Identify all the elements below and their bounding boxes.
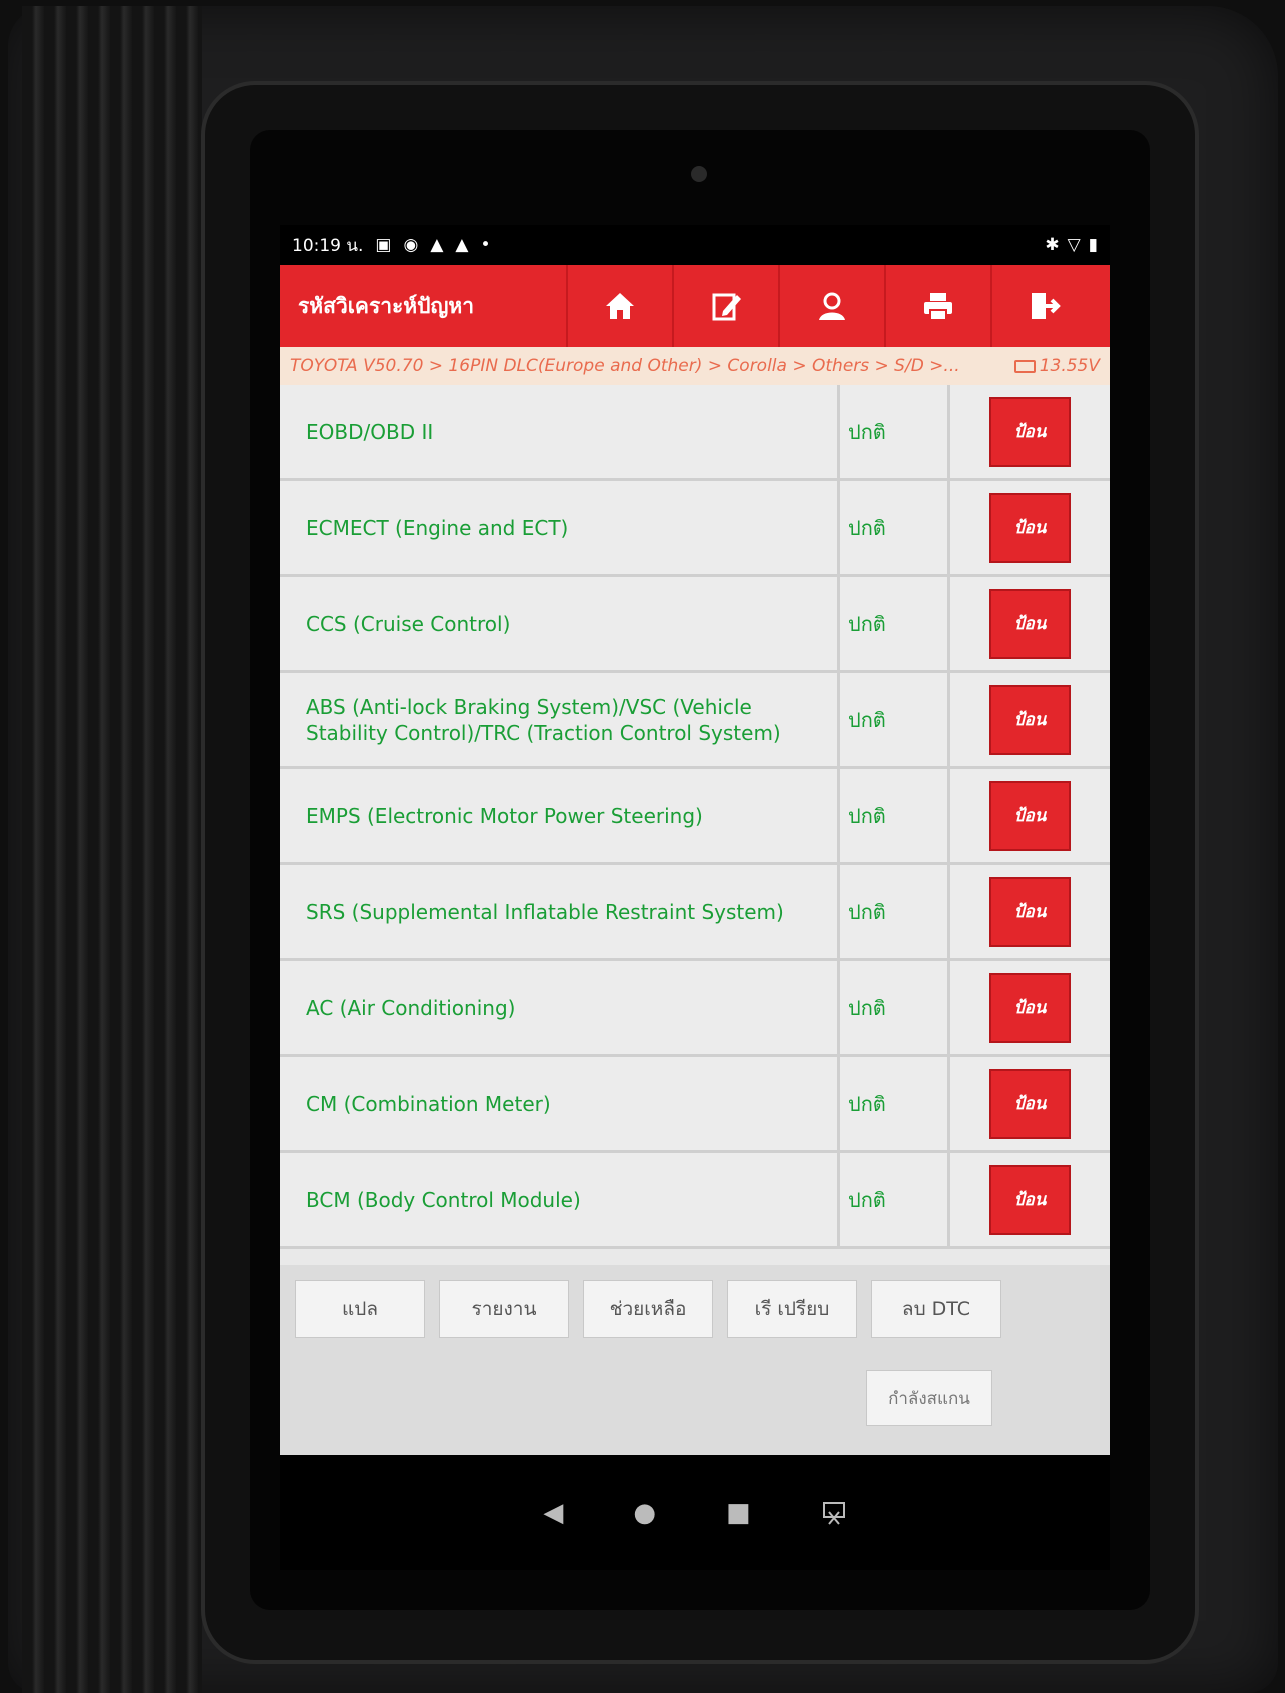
dot-icon: • [480,235,491,255]
user-icon [819,292,845,320]
report-button[interactable]: รายงาน [439,1280,569,1338]
ribbed-grip [22,6,202,1693]
page-title: รหัสวิเคราะห์ปัญหา [298,293,475,318]
scanning-button[interactable]: กำลังสแกน [866,1370,992,1426]
system-status: ปกติ [840,961,950,1054]
enter-button[interactable]: ป้อน [989,396,1071,467]
enter-button[interactable]: ป้อน [989,780,1071,851]
system-name: BCM (Body Control Module) [280,1153,840,1246]
user-button[interactable] [778,265,884,347]
system-list[interactable]: EOBD/OBD II ปกติ ป้อน ECMECT (Engine and… [280,385,1110,1295]
list-item[interactable]: ABS (Anti-lock Braking System)/VSC (Vehi… [280,673,1110,769]
voltage-readout: 13.55V [1013,356,1100,376]
system-name: ABS (Anti-lock Braking System)/VSC (Vehi… [280,673,840,766]
home-icon [606,293,634,319]
wifi-icon: ▽ [1067,235,1081,255]
exit-icon [1032,293,1061,319]
list-item[interactable]: BCM (Body Control Module) ปกติ ป้อน [280,1153,1110,1249]
system-status: ปกติ [840,577,950,670]
list-item[interactable]: CM (Combination Meter) ปกติ ป้อน [280,1057,1110,1153]
system-status: ปกติ [840,481,950,574]
recent-apps-icon[interactable]: ■ [726,1498,751,1528]
car-battery-icon [1013,359,1036,373]
list-item[interactable]: ECMECT (Engine and ECT) ปกติ ป้อน [280,481,1110,577]
system-name: SRS (Supplemental Inflatable Restraint S… [280,865,840,958]
bottom-toolbar: แปล รายงาน ช่วยเหลือ เรี เปรียบ ลบ DTC ก… [280,1265,1110,1455]
status-bar: 10:19 น. ▣ ◉ ▲ ▲ • ✱ ▽ ▮ [280,225,1110,265]
calendar-icon: ▣ [375,235,392,255]
edit-icon [712,293,741,321]
bluetooth-icon: ✱ [1045,235,1060,255]
enter-button[interactable]: ป้อน [989,972,1071,1043]
compare-button[interactable]: เรี เปรียบ [727,1280,857,1338]
system-status: ปกติ [840,1057,950,1150]
home-button[interactable] [566,265,672,347]
system-name: AC (Air Conditioning) [280,961,840,1054]
system-name: CCS (Cruise Control) [280,577,840,670]
title-bar: รหัสวิเคราะห์ปัญหา [280,265,1110,347]
voltage-value: 13.55V [1039,356,1100,376]
system-status: ปกติ [840,769,950,862]
enter-button[interactable]: ป้อน [989,684,1071,755]
system-name: CM (Combination Meter) [280,1057,840,1150]
enter-button[interactable]: ป้อน [989,492,1071,563]
system-name: EOBD/OBD II [280,385,840,478]
enter-button[interactable]: ป้อน [989,588,1071,659]
exit-button[interactable] [990,265,1096,347]
edit-button[interactable] [672,265,778,347]
enter-button[interactable]: ป้อน [989,1164,1071,1235]
android-nav-bar: ◀ ● ■ [280,1455,1110,1570]
print-button[interactable] [884,265,990,347]
system-status: ปกติ [840,1153,950,1246]
print-icon [924,293,952,321]
system-status: ปกติ [840,865,950,958]
status-time: 10:19 น. [292,235,364,256]
list-item[interactable]: EMPS (Electronic Motor Power Steering) ป… [280,769,1110,865]
enter-button[interactable]: ป้อน [989,876,1071,947]
home-nav-icon[interactable]: ● [633,1498,656,1528]
battery-icon: ▮ [1088,235,1098,255]
warning-icon: ▲ [430,235,444,255]
system-name: ECMECT (Engine and ECT) [280,481,840,574]
system-status: ปกติ [840,673,950,766]
system-name: EMPS (Electronic Motor Power Steering) [280,769,840,862]
warning-icon: ▲ [455,235,469,255]
list-item[interactable]: CCS (Cruise Control) ปกติ ป้อน [280,577,1110,673]
list-item[interactable]: SRS (Supplemental Inflatable Restraint S… [280,865,1110,961]
help-button[interactable]: ช่วยเหลือ [583,1280,713,1338]
clear-dtc-button[interactable]: ลบ DTC [871,1280,1001,1338]
screen: 10:19 น. ▣ ◉ ▲ ▲ • ✱ ▽ ▮ รหัสวิเคราะห์ปั… [280,225,1110,1570]
screenshot-icon[interactable] [821,1500,847,1526]
back-icon[interactable]: ◀ [543,1498,563,1528]
breadcrumb-path: TOYOTA V50.70 > 16PIN DLC(Europe and Oth… [290,356,960,376]
enter-button[interactable]: ป้อน [989,1068,1071,1139]
system-status: ปกติ [840,385,950,478]
translate-button[interactable]: แปล [295,1280,425,1338]
list-item[interactable]: AC (Air Conditioning) ปกติ ป้อน [280,961,1110,1057]
list-item[interactable]: EOBD/OBD II ปกติ ป้อน [280,385,1110,481]
cast-icon: ◉ [403,235,419,255]
breadcrumb: TOYOTA V50.70 > 16PIN DLC(Europe and Oth… [280,347,1110,385]
front-camera [691,166,707,182]
